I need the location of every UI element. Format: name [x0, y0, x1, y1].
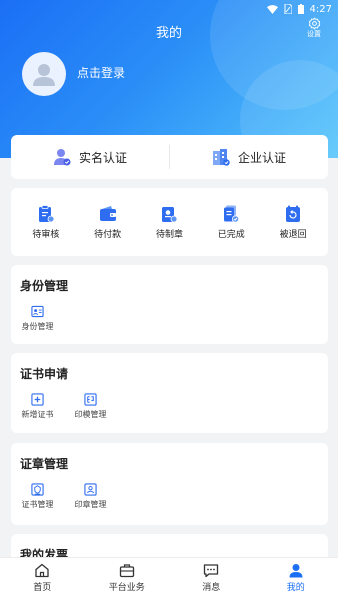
nav-home-label: 首页 — [33, 582, 52, 593]
sim-icon — [284, 4, 292, 14]
seal-manage-icon — [84, 483, 97, 496]
identity-manage-label: 身份管理 — [21, 322, 54, 331]
add-certificate-button[interactable]: 新增证书 — [11, 393, 64, 420]
section-title: 身份管理 — [20, 279, 69, 293]
nav-platform-business[interactable]: 平台业务 — [85, 558, 170, 597]
battery-icon — [297, 4, 304, 14]
seal-section: 证章管理 证书管理 印章管理 — [11, 443, 328, 525]
order-completed[interactable]: 已完成 — [203, 205, 259, 240]
default-avatar-icon — [33, 64, 55, 86]
order-pending-review[interactable]: 待审核 — [18, 204, 74, 240]
pending-review-icon — [38, 204, 55, 222]
login-link[interactable]: 点击登录 — [77, 64, 125, 81]
seal-pending-icon — [162, 206, 178, 222]
certificate-manage-icon — [31, 483, 44, 496]
gear-icon — [308, 17, 320, 30]
status-bar: 4:27 — [0, 0, 338, 18]
home-icon — [35, 563, 49, 577]
nav-mine[interactable]: 我的 — [254, 558, 338, 597]
nav-mine-label: 我的 — [286, 582, 305, 593]
person-verify-icon — [53, 149, 71, 166]
certificate-manage-button[interactable]: 证书管理 — [11, 483, 64, 510]
order-status-card: 待审核 待付款 待制章 已完成 被退回 — [11, 188, 328, 256]
order-pending-seal[interactable]: 待制章 — [141, 205, 197, 240]
wallet-icon — [99, 205, 116, 221]
stamp-mold-button[interactable]: 印模管理 — [64, 393, 117, 420]
user-icon — [289, 563, 303, 577]
stamp-mold-icon — [84, 393, 97, 406]
building-verify-icon — [212, 149, 230, 166]
bottom-navigation: 首页 平台业务 消息 我的 — [0, 557, 338, 597]
order-completed-label: 已完成 — [217, 229, 245, 240]
nav-messages-label: 消息 — [202, 582, 221, 593]
enterprise-verify-label: 企业认证 — [237, 150, 286, 165]
add-certificate-label: 新增证书 — [21, 410, 54, 419]
id-card-icon — [31, 305, 44, 318]
page-title: 我的 — [155, 26, 182, 41]
section-title: 证章管理 — [20, 457, 69, 471]
identity-manage-button[interactable]: 身份管理 — [11, 305, 64, 332]
briefcase-icon — [119, 563, 134, 577]
seal-manage-button[interactable]: 印章管理 — [64, 483, 117, 510]
settings-label: 设置 — [307, 30, 321, 38]
real-name-verify-label: 实名认证 — [78, 150, 127, 165]
certificate-section: 证书申请 新增证书 印模管理 — [11, 353, 328, 433]
nav-platform-business-label: 平台业务 — [108, 582, 145, 593]
wifi-icon — [266, 4, 278, 14]
section-title: 证书申请 — [20, 367, 69, 381]
returned-icon — [286, 205, 301, 222]
order-pending-review-label: 待审核 — [32, 229, 60, 240]
avatar[interactable] — [22, 52, 66, 96]
order-pending-payment[interactable]: 待付款 — [80, 205, 136, 240]
order-returned[interactable]: 被退回 — [265, 205, 321, 240]
real-name-verify-button[interactable]: 实名认证 — [11, 135, 169, 179]
settings-button[interactable]: 设置 — [302, 17, 326, 39]
verification-card: 实名认证 企业认证 — [11, 135, 328, 179]
enterprise-verify-button[interactable]: 企业认证 — [170, 135, 328, 179]
order-returned-label: 被退回 — [279, 229, 307, 240]
completed-icon — [224, 205, 240, 223]
add-certificate-icon — [31, 393, 44, 406]
certificate-manage-label: 证书管理 — [21, 500, 54, 509]
identity-section: 身份管理 身份管理 — [11, 265, 328, 344]
order-pending-payment-label: 待付款 — [94, 229, 122, 240]
status-time: 4:27 — [309, 3, 332, 15]
seal-manage-label: 印章管理 — [74, 500, 107, 509]
nav-home[interactable]: 首页 — [0, 558, 85, 597]
message-icon — [204, 563, 219, 577]
nav-messages[interactable]: 消息 — [169, 558, 254, 597]
stamp-mold-label: 印模管理 — [74, 410, 107, 419]
order-pending-seal-label: 待制章 — [155, 229, 183, 240]
